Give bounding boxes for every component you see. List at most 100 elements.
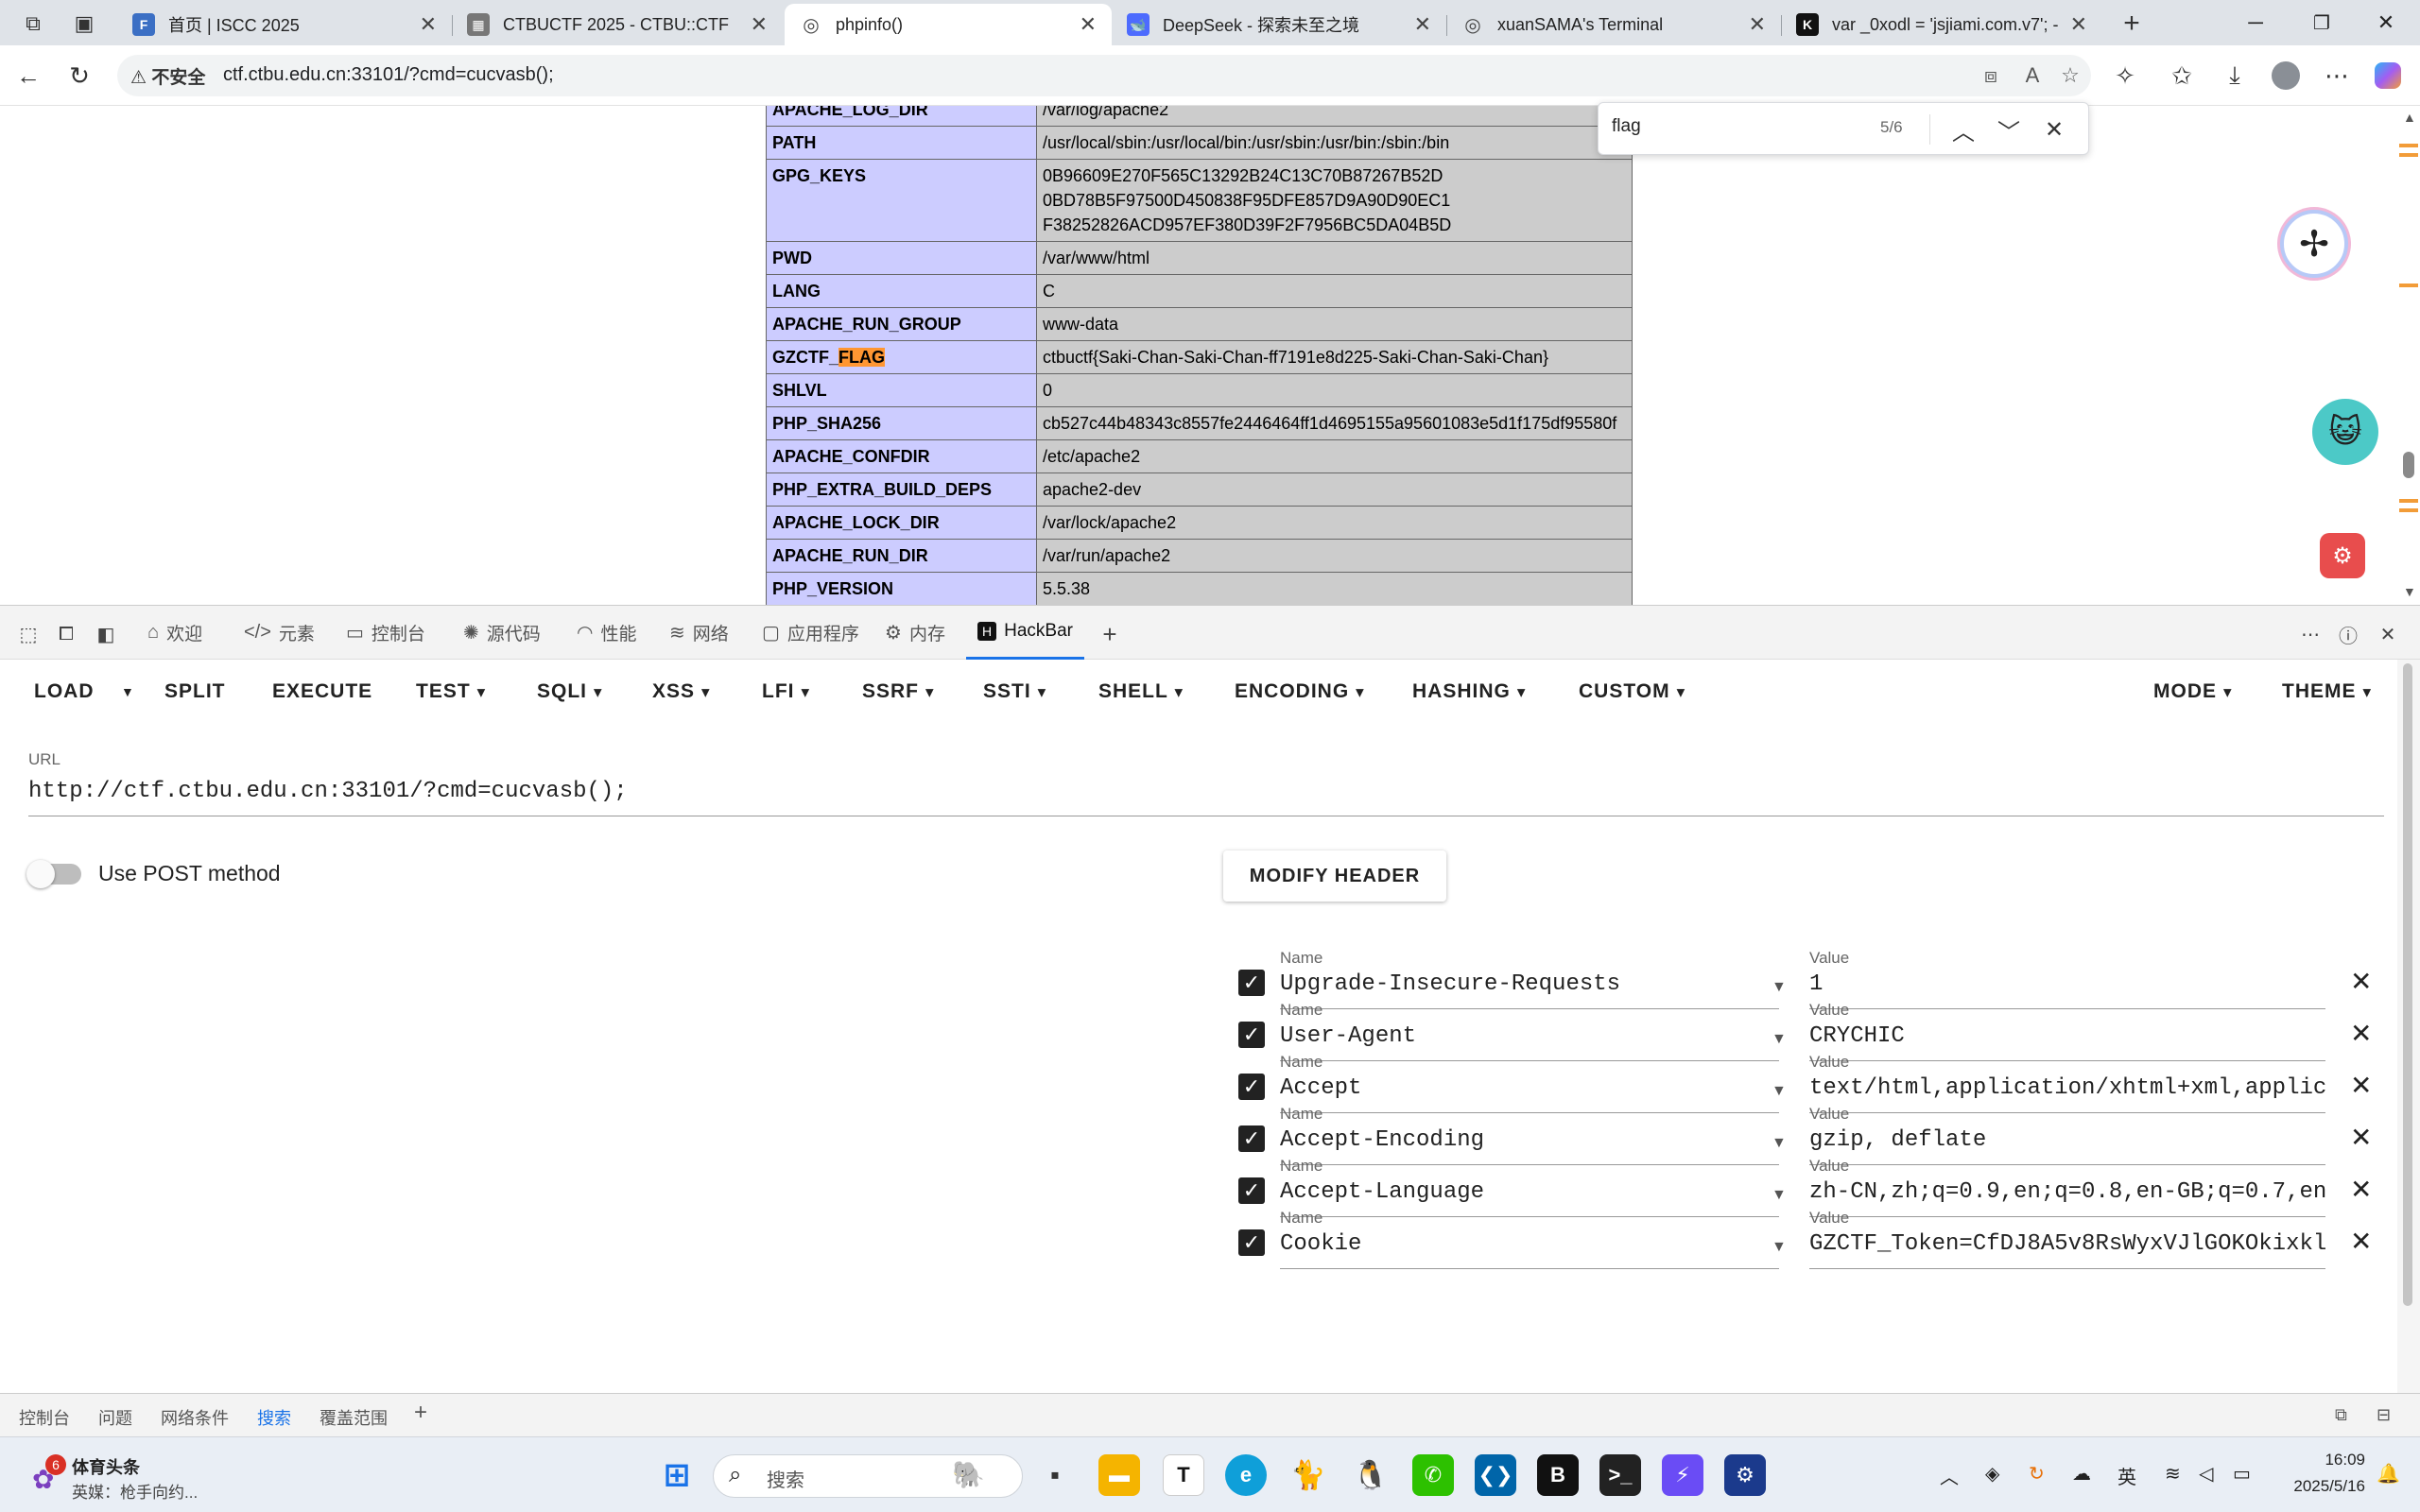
devtools-close-icon[interactable]: ✕ — [2375, 621, 2401, 647]
close-icon[interactable]: ✕ — [1414, 12, 1431, 37]
downloads-icon[interactable]: ⤓ — [2218, 59, 2252, 93]
news-subtitle[interactable]: 英媒：枪手向约... — [72, 1479, 198, 1503]
devtools-tab-welcome[interactable]: ⌂ 欢迎 — [147, 606, 202, 660]
tab-iscc[interactable]: F 首页 | ISCC 2025 ✕ — [117, 4, 452, 45]
header-enabled-checkbox[interactable]: ✓ — [1238, 1229, 1265, 1256]
tab-actions-icon[interactable]: ▣ — [70, 9, 98, 38]
cat-app-icon[interactable]: 🐈 — [1288, 1454, 1329, 1496]
hackbar-scrollbar[interactable] — [2397, 660, 2420, 1393]
vscode-icon[interactable]: ❮❯ — [1475, 1454, 1516, 1496]
custom-menu[interactable]: CUSTOM ▾ — [1579, 680, 1685, 703]
page-scrollbar[interactable]: ▲ ▼ — [2397, 106, 2420, 605]
devtools-tab-console[interactable]: ▭ 控制台 — [346, 606, 425, 660]
load-button[interactable]: LOAD — [34, 680, 95, 703]
tray-app-icon[interactable]: ◈ — [1985, 1462, 1999, 1486]
ime-indicator[interactable]: 英 — [2118, 1462, 2136, 1489]
tab-deepseek[interactable]: 🐋 DeepSeek - 探索未至之境 ✕ — [1112, 4, 1446, 45]
wechat-icon[interactable]: ✆ — [1412, 1454, 1454, 1496]
ssti-menu[interactable]: SSTI ▾ — [983, 680, 1046, 703]
more-tools-icon[interactable]: ⋯ — [2297, 621, 2324, 647]
extensions-icon[interactable]: ✧ — [2108, 59, 2142, 93]
encoding-menu[interactable]: ENCODING ▾ — [1235, 680, 1365, 703]
omnibox[interactable]: ⚠ 不安全 ctf.ctbu.edu.cn:33101/?cmd=cucvasb… — [117, 55, 2091, 96]
battery-icon[interactable]: ▭ — [2233, 1462, 2251, 1486]
devtools-tab-application[interactable]: ▢ 应用程序 — [762, 606, 859, 660]
not-secure-badge[interactable]: ⚠ 不安全 — [130, 63, 205, 89]
clock-time[interactable]: 16:09 — [2299, 1451, 2365, 1469]
workspaces-icon[interactable]: ⧉ — [19, 9, 47, 38]
favorites-icon[interactable]: ✩ — [2165, 59, 2199, 93]
cat-mascot-icon[interactable]: 😺 — [2312, 399, 2378, 465]
shell-menu[interactable]: SHELL ▾ — [1098, 680, 1184, 703]
tab-jsjiami[interactable]: K var _0xodl = 'jsjiami.com.v7'; - Ki ✕ — [1781, 4, 2102, 45]
sqli-menu[interactable]: SQLI ▾ — [537, 680, 603, 703]
tab-phpinfo[interactable]: ◎ phpinfo() ✕ — [785, 4, 1112, 45]
test-menu[interactable]: TEST ▾ — [416, 680, 486, 703]
wifi-icon[interactable]: ≋ — [2165, 1462, 2181, 1486]
dock-icon[interactable]: ◧ — [93, 621, 119, 647]
translate-icon[interactable]: ⧈ — [1976, 60, 2006, 91]
clock-date[interactable]: 2025/5/16 — [2271, 1477, 2365, 1496]
tab-terminal[interactable]: ◎ xuanSAMA's Terminal ✕ — [1446, 4, 1781, 45]
header-enabled-checkbox[interactable]: ✓ — [1238, 1125, 1265, 1152]
notification-bell-icon[interactable]: 🔔 — [2377, 1462, 2400, 1486]
tray-sync-icon[interactable]: ↻ — [2029, 1462, 2045, 1486]
gear-icon[interactable]: ⚙ — [2320, 533, 2365, 578]
close-icon[interactable]: ✕ — [2070, 12, 2087, 37]
assistant-bubble-icon[interactable]: ✢ — [2280, 210, 2348, 278]
header-enabled-checkbox[interactable]: ✓ — [1238, 1022, 1265, 1048]
header-enabled-checkbox[interactable]: ✓ — [1238, 970, 1265, 996]
minimize-icon[interactable]: ─ — [2237, 8, 2274, 38]
ssrf-menu[interactable]: SSRF ▾ — [862, 680, 935, 703]
windows-start-icon[interactable]: ⊞ — [656, 1454, 698, 1496]
drawer-tab-coverage[interactable]: 覆盖范围 — [320, 1405, 388, 1430]
devtools-tab-performance[interactable]: ◠ 性能 — [577, 606, 636, 660]
chevron-down-icon[interactable]: ▼ — [1772, 1239, 1787, 1256]
header-name-input[interactable]: Cookie — [1280, 1231, 1779, 1269]
add-tab-icon[interactable]: + — [1097, 620, 1123, 648]
scroll-thumb[interactable] — [2403, 452, 2414, 478]
cloud-icon[interactable]: ☁ — [2072, 1462, 2091, 1486]
taskbar-search[interactable]: ⌕ 搜索 🐘 — [713, 1454, 1023, 1498]
restore-icon[interactable]: ❐ — [2303, 8, 2341, 38]
find-close-icon[interactable]: ✕ — [2037, 112, 2071, 146]
find-input[interactable]: flag — [1612, 116, 1641, 137]
more-menu-icon[interactable]: ⋯ — [2320, 59, 2354, 93]
tool-icon[interactable]: ⚙ — [1724, 1454, 1766, 1496]
news-title[interactable]: 体育头条 — [72, 1454, 140, 1479]
drawer-tab-console[interactable]: 控制台 — [19, 1405, 70, 1430]
new-tab-icon[interactable]: + — [2118, 8, 2146, 39]
news-widget[interactable]: ✿ 6 — [26, 1454, 66, 1496]
favorite-star-icon[interactable]: ☆ — [2055, 60, 2085, 91]
split-button[interactable]: SPLIT — [164, 680, 226, 703]
edge-icon[interactable]: e — [1225, 1454, 1267, 1496]
device-emulation-icon[interactable]: ⧠ — [53, 621, 79, 647]
devtools-tab-memory[interactable]: ⚙ 内存 — [885, 606, 945, 660]
help-icon[interactable]: ⓘ — [2335, 621, 2361, 647]
devtools-tab-sources[interactable]: ✺ 源代码 — [463, 606, 541, 660]
close-drawer-icon[interactable]: ⊟ — [2377, 1405, 2391, 1425]
tray-overflow-icon[interactable]: ︿ — [1940, 1462, 1959, 1489]
scroll-up-icon[interactable]: ▲ — [2403, 110, 2416, 125]
drawer-tab-issues[interactable]: 问题 — [98, 1405, 132, 1430]
typora-icon[interactable]: T — [1163, 1454, 1204, 1496]
file-explorer-icon[interactable]: ▬ — [1098, 1454, 1140, 1496]
delete-header-icon[interactable]: ✕ — [2350, 1226, 2372, 1257]
close-icon[interactable]: ✕ — [1080, 12, 1097, 37]
scroll-thumb[interactable] — [2403, 663, 2412, 1306]
find-previous-icon[interactable]: ︿ — [1946, 112, 1980, 146]
window-close-icon[interactable]: ✕ — [2367, 8, 2405, 38]
drawer-tab-search[interactable]: 搜索 — [257, 1405, 291, 1430]
theme-menu[interactable]: THEME ▾ — [2282, 680, 2372, 703]
tab-ctbuctf[interactable]: ▦ CTBUCTF 2025 - CTBU::CTF ✕ — [452, 4, 783, 45]
header-value-input[interactable]: GZCTF_Token=CfDJ8A5v8RsWyxVJlGOKOkixkl — [1809, 1231, 2325, 1269]
post-method-toggle[interactable] — [26, 860, 81, 888]
power-icon[interactable]: ⚡ — [1662, 1454, 1703, 1496]
dock-drawer-icon[interactable]: ⧉ — [2335, 1405, 2347, 1425]
avatar[interactable] — [2269, 59, 2303, 93]
burpsuite-icon[interactable]: B — [1537, 1454, 1579, 1496]
header-enabled-checkbox[interactable]: ✓ — [1238, 1074, 1265, 1100]
volume-icon[interactable]: ◁ — [2199, 1462, 2213, 1486]
devtools-tab-network[interactable]: ≋ 网络 — [669, 606, 729, 660]
hashing-menu[interactable]: HASHING ▾ — [1412, 680, 1526, 703]
